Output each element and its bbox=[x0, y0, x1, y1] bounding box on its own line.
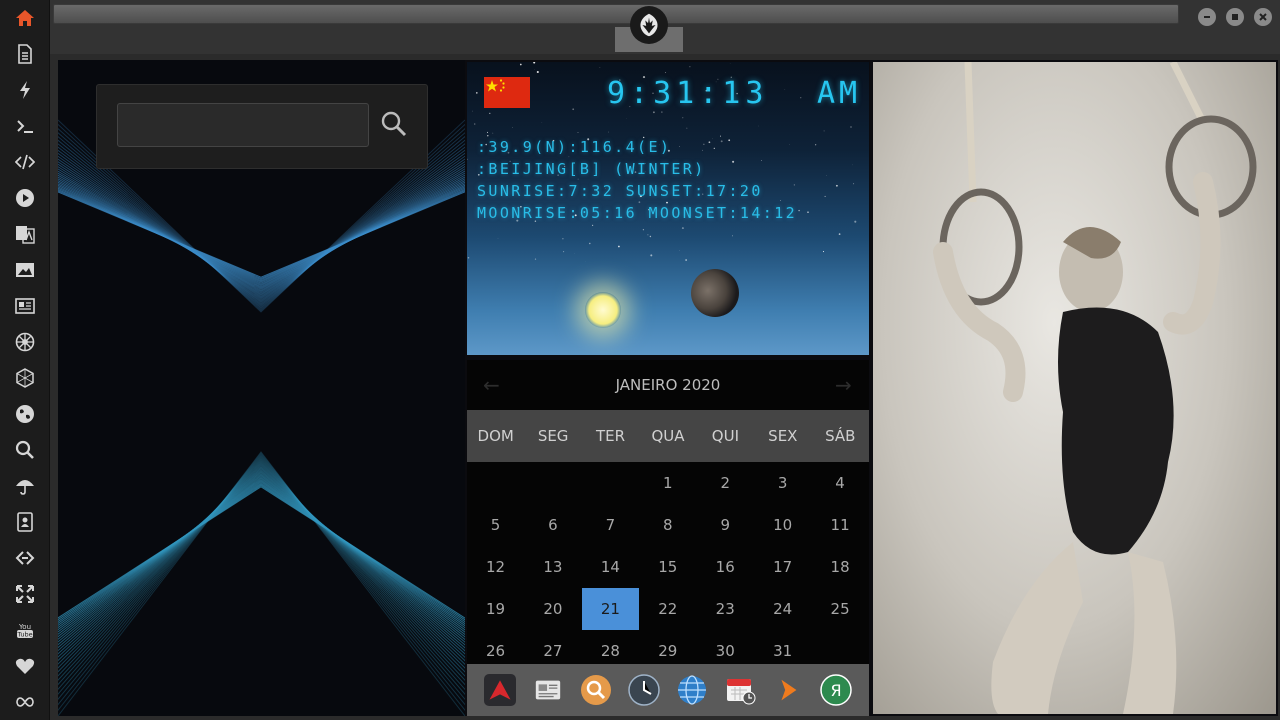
search-icon[interactable] bbox=[580, 674, 612, 706]
play-icon[interactable] bbox=[13, 186, 37, 210]
heart-icon[interactable] bbox=[13, 654, 37, 678]
calendar-day[interactable]: 29 bbox=[639, 630, 696, 664]
calendar-day[interactable]: 7 bbox=[582, 504, 639, 546]
imperial-icon[interactable] bbox=[13, 330, 37, 354]
hexagon-icon[interactable] bbox=[13, 366, 37, 390]
globe-icon[interactable] bbox=[13, 402, 37, 426]
terminal-icon[interactable] bbox=[13, 114, 37, 138]
sun-icon bbox=[585, 292, 621, 328]
app-launcher-icon[interactable] bbox=[484, 674, 516, 706]
image-icon[interactable] bbox=[13, 258, 37, 282]
calendar-day[interactable]: 12 bbox=[467, 546, 524, 588]
clock-time: 9:31:13 bbox=[607, 76, 769, 111]
calendar-day[interactable]: 10 bbox=[754, 504, 811, 546]
calendar-day[interactable]: 9 bbox=[697, 504, 754, 546]
lightning-icon[interactable] bbox=[13, 78, 37, 102]
wallpaper-photo bbox=[873, 62, 1276, 714]
rebel-alliance-icon[interactable] bbox=[630, 6, 668, 44]
calendar-day[interactable]: 11 bbox=[812, 504, 869, 546]
svg-text:Я: Я bbox=[830, 681, 841, 700]
calendar-icon[interactable] bbox=[724, 674, 756, 706]
calendar-widget: ← JANEIRO 2020 → DOM SEG TER QUA QUI SEX… bbox=[467, 360, 869, 664]
calendar-day[interactable]: 15 bbox=[639, 546, 696, 588]
china-flag-icon bbox=[484, 77, 530, 108]
search-button[interactable] bbox=[377, 107, 411, 141]
weekday-row: DOM SEG TER QUA QUI SEX SÁB bbox=[467, 410, 869, 462]
svg-text:Tube: Tube bbox=[16, 631, 32, 639]
browser-globe-icon[interactable] bbox=[676, 674, 708, 706]
top-bar bbox=[50, 0, 1280, 54]
news-reader-icon[interactable] bbox=[532, 674, 564, 706]
calendar-day[interactable]: 28 bbox=[582, 630, 639, 664]
yandex-icon[interactable]: Я bbox=[820, 674, 852, 706]
search-widget bbox=[96, 84, 428, 169]
sidebar: You Tube bbox=[0, 0, 50, 720]
clock-icon[interactable] bbox=[628, 674, 660, 706]
next-month-button[interactable]: → bbox=[835, 373, 852, 397]
home-icon[interactable] bbox=[13, 6, 37, 30]
expand-icon[interactable] bbox=[13, 582, 37, 606]
weekday-label: DOM bbox=[477, 427, 514, 445]
calendar-day[interactable]: 4 bbox=[812, 462, 869, 504]
coords-text: :39.9(N):116.4(E) bbox=[477, 138, 672, 156]
calendar-day[interactable]: 26 bbox=[467, 630, 524, 664]
calendar-day[interactable]: 30 bbox=[697, 630, 754, 664]
youtube-icon[interactable]: You Tube bbox=[13, 618, 37, 642]
weekday-label: SEG bbox=[537, 427, 569, 445]
calendar-day[interactable]: 31 bbox=[754, 630, 811, 664]
calendar-day[interactable]: 17 bbox=[754, 546, 811, 588]
calendar-month-label: JANEIRO 2020 bbox=[615, 376, 721, 394]
calendar-header: ← JANEIRO 2020 → bbox=[467, 360, 869, 410]
dock: Я bbox=[467, 664, 869, 716]
calendar-day[interactable]: 24 bbox=[754, 588, 811, 630]
calendar-day[interactable]: 20 bbox=[524, 588, 581, 630]
moon-icon bbox=[691, 269, 739, 317]
calendar-day[interactable]: 16 bbox=[697, 546, 754, 588]
umbrella-icon[interactable] bbox=[13, 474, 37, 498]
calendar-day[interactable]: 5 bbox=[467, 504, 524, 546]
weekday-label: QUA bbox=[651, 427, 685, 445]
weekday-label: SÁB bbox=[825, 427, 856, 445]
calendar-day[interactable]: 13 bbox=[524, 546, 581, 588]
weekday-label: QUI bbox=[711, 427, 739, 445]
calendar-day[interactable]: 22 bbox=[639, 588, 696, 630]
calendar-day-today[interactable]: 21 bbox=[581, 588, 639, 630]
calendar-day[interactable]: 3 bbox=[754, 462, 811, 504]
news-icon[interactable] bbox=[13, 294, 37, 318]
contacts-icon[interactable] bbox=[13, 510, 37, 534]
maximize-button[interactable] bbox=[1226, 8, 1244, 26]
search-icon[interactable] bbox=[13, 438, 37, 462]
calendar-day[interactable]: 14 bbox=[582, 546, 639, 588]
calendar-day[interactable]: 27 bbox=[524, 630, 581, 664]
code-icon[interactable] bbox=[13, 150, 37, 174]
minimize-button[interactable] bbox=[1198, 8, 1216, 26]
infinity-icon[interactable] bbox=[13, 690, 37, 714]
link-icon[interactable] bbox=[13, 546, 37, 570]
calendar-day[interactable]: 18 bbox=[812, 546, 869, 588]
calendar-day[interactable]: 1 bbox=[639, 462, 696, 504]
calendar-day[interactable]: 25 bbox=[812, 588, 869, 630]
document-icon[interactable] bbox=[13, 42, 37, 66]
location-text: :BEIJING[B] (WINTER) bbox=[477, 160, 706, 178]
calendar-day[interactable]: 8 bbox=[639, 504, 696, 546]
moon-times-text: MOONRISE:05:16 MOONSET:14:12 bbox=[477, 204, 798, 222]
weekday-label: SEX bbox=[768, 427, 798, 445]
calendar-day[interactable]: 23 bbox=[697, 588, 754, 630]
arrow-icon[interactable] bbox=[772, 674, 804, 706]
clock-ampm: AM bbox=[817, 76, 862, 111]
calendar-day[interactable]: 2 bbox=[697, 462, 754, 504]
address-bar[interactable] bbox=[53, 4, 1179, 24]
calendar-day[interactable]: 19 bbox=[467, 588, 524, 630]
search-input[interactable] bbox=[117, 103, 369, 147]
magnifier-icon bbox=[381, 111, 407, 137]
calendar-day[interactable]: 6 bbox=[524, 504, 581, 546]
clock-widget: 9:31:13 AM :39.9(N):116.4(E) :BEIJING[B]… bbox=[467, 62, 869, 355]
sun-times-text: SUNRISE:7:32 SUNSET:17:20 bbox=[477, 182, 763, 200]
weekday-label: TER bbox=[596, 427, 626, 445]
close-button[interactable] bbox=[1254, 8, 1272, 26]
translate-icon[interactable] bbox=[13, 222, 37, 246]
